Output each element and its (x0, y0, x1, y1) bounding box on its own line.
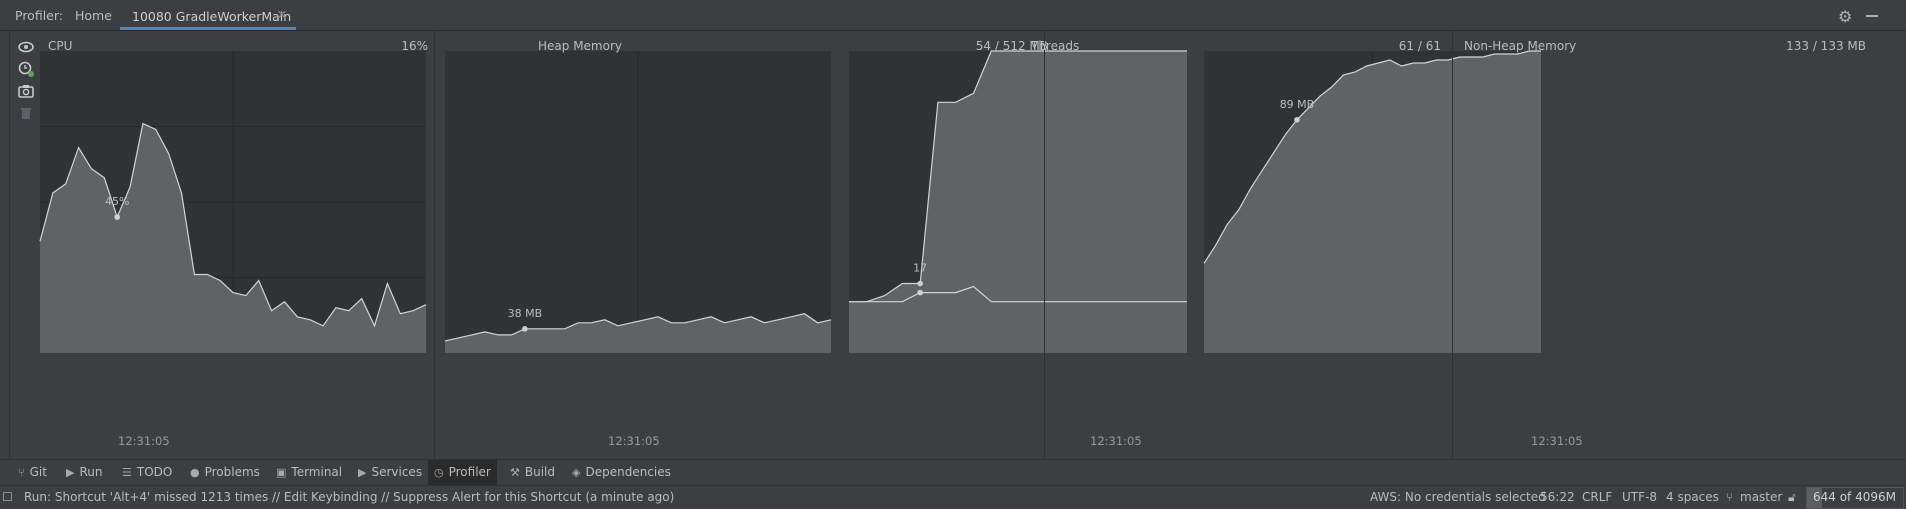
terminal-icon: ▣ (276, 466, 287, 479)
file-encoding[interactable]: UTF-8 (1622, 490, 1657, 504)
status-bar: ☐ Run: Shortcut 'Alt+4' missed 1213 time… (0, 485, 1906, 509)
toolwindow-dependencies[interactable]: ◈ Dependencies (572, 465, 671, 479)
toolwindow-label: Git (29, 465, 47, 479)
toolwindow-label: Dependencies (585, 465, 671, 479)
hammer-icon: ⚒ (510, 466, 520, 479)
panel-divider (1044, 31, 1045, 459)
toolwindow-terminal[interactable]: ▣ Terminal (276, 465, 342, 479)
gear-icon[interactable]: ⚙ (1838, 7, 1852, 26)
toolwindow-label: TODO (136, 465, 173, 479)
dependencies-icon: ◈ (572, 466, 581, 479)
profiler-monitors: 45% 38 MB 17 89 MB CPU 16% 12:31:05 Heap Me… (38, 31, 1878, 459)
heap-marker-point (522, 326, 528, 332)
panel-divider (1452, 31, 1453, 459)
minimize-icon[interactable] (1866, 15, 1878, 17)
aws-status[interactable]: AWS: No credentials selected (1370, 490, 1546, 504)
git-branch-icon: ⑂ (1726, 490, 1734, 504)
list-icon: ☰ (122, 466, 132, 479)
memory-label: 644 of 4096M (1813, 490, 1896, 504)
threads-time-label: 12:31:05 (1090, 434, 1142, 448)
toolwindow-label: Terminal (291, 465, 343, 479)
toolwindow-services[interactable]: ▶ Services (358, 465, 422, 479)
profiler-icon: ◷ (434, 466, 444, 479)
cpu-marker-point (114, 214, 120, 220)
problems-icon: ● (190, 466, 200, 479)
memory-indicator[interactable]: 644 of 4096M (1806, 487, 1904, 509)
nonheap-marker-point (1294, 116, 1300, 123)
line-separator[interactable]: CRLF (1582, 490, 1612, 504)
tool-window-bar: ⑂ Git ▶ Run ☰ TODO ● Problems ▣ Terminal ▶ Ser… (0, 459, 1906, 486)
threads-marker-label: 17 (913, 262, 927, 275)
panel-divider (434, 31, 435, 459)
git-branch-icon: ⑂ (18, 466, 25, 479)
close-icon[interactable]: × (276, 7, 288, 23)
threads-series2-marker-point (917, 289, 923, 296)
heap-time-label: 12:31:05 (608, 434, 660, 448)
cpu-marker-label: 45% (105, 195, 129, 208)
eye-icon[interactable] (16, 37, 36, 57)
nonheap-title[interactable]: Non-Heap Memory (1464, 39, 1576, 53)
camera-icon[interactable] (16, 81, 36, 101)
status-message[interactable]: Run: Shortcut 'Alt+4' missed 1213 times … (24, 490, 674, 504)
toolwindow-todo[interactable]: ☰ TODO (122, 465, 172, 479)
heap-title[interactable]: Heap Memory (538, 39, 622, 53)
toolwindow-build[interactable]: ⚒ Build (510, 465, 555, 479)
lock-icon[interactable]: 🔓︎ (1788, 490, 1796, 505)
tab-home[interactable]: Home (75, 8, 112, 23)
left-sidebar-strip (0, 31, 10, 459)
tab-session[interactable]: 10080 GradleWorkerMain × (120, 4, 296, 30)
threads-marker-point (917, 280, 923, 287)
heap-value: 54 / 512 MB (975, 39, 1048, 53)
toolwindow-run[interactable]: ▶ Run (66, 465, 102, 479)
git-branch[interactable]: master (1740, 490, 1782, 504)
heap-marker-label: 38 MB (508, 307, 543, 320)
clock-icon[interactable] (16, 59, 36, 79)
status-square-icon[interactable]: ☐ (2, 490, 13, 504)
toolwindow-git[interactable]: ⑂ Git (18, 465, 47, 479)
tab-session-label: 10080 GradleWorkerMain (132, 9, 292, 24)
toolwindow-problems[interactable]: ● Problems (190, 465, 260, 479)
nonheap-time-label: 12:31:05 (1531, 434, 1583, 448)
profiler-label: Profiler: (15, 8, 63, 23)
cpu-time-label: 12:31:05 (118, 434, 170, 448)
toolwindow-label: Build (524, 465, 555, 479)
nonheap-value: 133 / 133 MB (1786, 39, 1866, 53)
caret-position[interactable]: 56:22 (1540, 490, 1575, 504)
threads-value: 61 / 61 (1398, 39, 1441, 53)
monitor-charts: 45% 38 MB 17 89 MB (39, 50, 1541, 353)
toolwindow-label: Problems (204, 465, 260, 479)
run-icon: ▶ (66, 466, 75, 479)
cpu-title[interactable]: CPU (48, 39, 72, 53)
indent-setting[interactable]: 4 spaces (1666, 490, 1719, 504)
trash-icon (21, 108, 31, 119)
toolwindow-label: Run (79, 465, 103, 479)
cpu-value: 16% (401, 39, 428, 53)
profiler-header: Profiler: Home 10080 GradleWorkerMain × … (0, 0, 1906, 31)
services-icon: ▶ (358, 466, 367, 479)
toolwindow-label: Services (371, 465, 423, 479)
toolwindow-profiler[interactable]: ◷ Profiler (428, 460, 497, 486)
nonheap-marker-label: 89 MB (1280, 98, 1315, 111)
toolwindow-label: Profiler (448, 465, 491, 479)
threads-title[interactable]: Threads (1031, 39, 1079, 53)
